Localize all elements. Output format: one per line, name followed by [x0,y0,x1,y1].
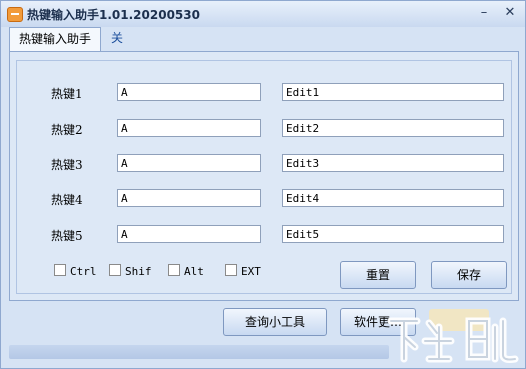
alt-label: Alt [184,265,204,278]
app-window: 热键输入助手1.01.20200530 – ✕ 热键输入助手 关于 热键1 A … [0,0,526,369]
checkbox-icon [109,264,121,276]
hotkey-text-field-5[interactable]: Edit5 [282,225,504,243]
tab-hotkey-helper[interactable]: 热键输入助手 [9,27,101,51]
window-title: 热键输入助手1.01.20200530 [27,8,200,22]
hotkey-text-field-2[interactable]: Edit2 [282,119,504,137]
hotkey-label-4: 热键4 [51,193,83,207]
hotkey-text-field-1[interactable]: Edit1 [282,83,504,101]
hotkey-text-field-3[interactable]: Edit3 [282,154,504,172]
ctrl-checkbox[interactable]: Ctrl [54,264,97,278]
alt-checkbox[interactable]: Alt [168,264,204,278]
tab-about[interactable]: 关于 [105,27,129,68]
hotkey-key-field-4[interactable]: A [117,189,261,207]
title-bar[interactable]: 热键输入助手1.01.20200530 – ✕ [1,1,525,27]
hotkey-label-2: 热键2 [51,123,83,137]
shift-label: Shif [125,265,152,278]
hotkey-key-field-5[interactable]: A [117,225,261,243]
app-icon [7,7,23,22]
hotkey-key-field-1[interactable]: A [117,83,261,101]
hotkey-key-field-2[interactable]: A [117,119,261,137]
hotkey-label-3: 热键3 [51,158,83,172]
hotkey-label-1: 热键1 [51,87,83,101]
checkbox-icon [168,264,180,276]
hotkey-label-5: 热键5 [51,229,83,243]
query-tool-button[interactable]: 查询小工具 [223,308,327,336]
ctrl-label: Ctrl [70,265,97,278]
minimize-button[interactable]: – [475,5,493,21]
reset-button[interactable]: 重置 [340,261,416,289]
checkbox-icon [225,264,237,276]
ext-checkbox[interactable]: EXT [225,264,261,278]
hotkey-key-field-3[interactable]: A [117,154,261,172]
hotkey-text-field-4[interactable]: Edit4 [282,189,504,207]
close-button[interactable]: ✕ [501,5,519,21]
status-bar [9,345,389,359]
shift-checkbox[interactable]: Shif [109,264,152,278]
checkbox-icon [54,264,66,276]
watermark-logo [387,309,519,363]
ext-label: EXT [241,265,261,278]
save-button[interactable]: 保存 [431,261,507,289]
